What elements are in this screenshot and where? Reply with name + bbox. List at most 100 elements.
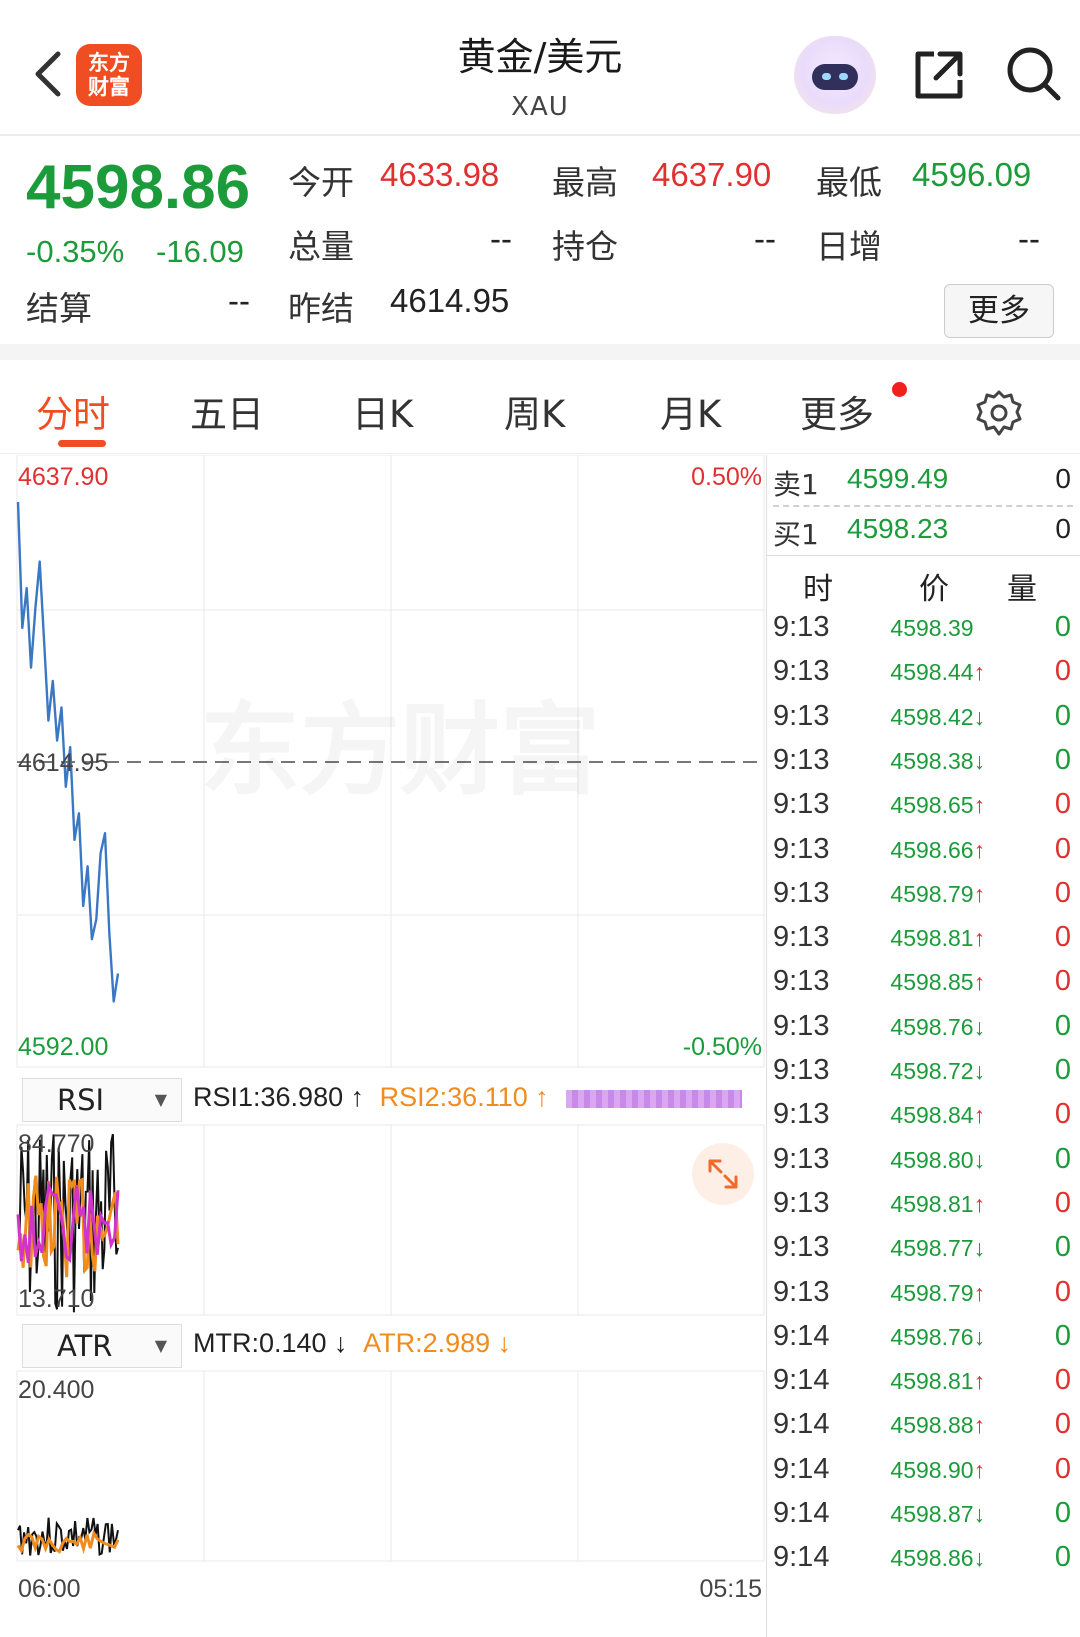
tick-row: 9:14 4598.76↓ 0 <box>767 1316 1080 1362</box>
atr-indicator-select[interactable]: ATR ▼ <box>22 1324 182 1368</box>
tick-time: 9:13 <box>773 1231 830 1264</box>
tick-time: 9:13 <box>773 699 830 732</box>
high-value: 4637.90 <box>652 156 772 193</box>
atr-indicator-bar: ATR ▼ MTR:0.140 ↓ ATR:2.989 ↓ <box>16 1322 766 1370</box>
tick-row: 9:13 4598.81↑ 0 <box>767 917 1080 963</box>
tick-row: 9:13 4598.84↑ 0 <box>767 1094 1080 1140</box>
tick-time: 9:13 <box>773 832 830 865</box>
open-label: 今开 <box>288 163 354 202</box>
tick-time: 9:13 <box>773 1098 830 1131</box>
ticks-header: 时 价 量 <box>767 555 1080 607</box>
bid-label: 买1 <box>773 518 819 551</box>
tick-time: 9:13 <box>773 876 830 909</box>
tick-price: 4598.76↓ <box>837 1014 1043 1041</box>
intraday-chart[interactable]: 东方财富 4637.90 4614.95 4592.00 0.50% -0.50… <box>0 455 766 1637</box>
search-icon[interactable] <box>1004 44 1064 104</box>
share-icon[interactable] <box>910 46 968 104</box>
ticks-header-qty: 量 <box>1007 572 1037 607</box>
tick-row: 9:13 4598.85↑ 0 <box>767 961 1080 1007</box>
tick-price: 4598.87↓ <box>837 1501 1043 1528</box>
tick-price: 4598.90↑ <box>837 1457 1043 1484</box>
rsi-indicator-select[interactable]: RSI ▼ <box>22 1078 182 1122</box>
rsi2-value: RSI2:36.110 ↑ <box>379 1082 549 1112</box>
volume-value: -- <box>490 220 512 257</box>
tick-qty: 0 <box>1054 876 1071 909</box>
top-bar: 东方 财富 黄金/美元 XAU <box>0 0 1080 136</box>
daily-increase-label: 日增 <box>816 227 882 266</box>
tick-qty: 0 <box>1054 1452 1071 1485</box>
tick-qty: 0 <box>1054 1231 1071 1264</box>
tab-intraday[interactable]: 分时 <box>36 384 110 438</box>
more-button[interactable]: 更多 <box>944 284 1054 338</box>
tick-price: 4598.38↓ <box>837 748 1043 775</box>
chart-bottom-price: 4592.00 <box>18 1033 108 1061</box>
expand-icon[interactable] <box>692 1143 754 1205</box>
rsi1-value: RSI1:36.980 ↑ <box>193 1082 365 1112</box>
tick-price: 4598.66↑ <box>837 837 1043 864</box>
tick-qty: 0 <box>1054 1009 1071 1042</box>
tab-daily-k[interactable]: 日K <box>352 384 413 438</box>
tick-qty: 0 <box>1054 832 1071 865</box>
chart-mid-price: 4614.95 <box>18 749 108 777</box>
arrow-up-icon: ↑ <box>973 1279 986 1306</box>
arrow-down-icon: ↓ <box>973 1146 986 1173</box>
tick-time: 9:14 <box>773 1408 830 1441</box>
tick-price: 4598.84↑ <box>837 1102 1043 1129</box>
tick-price: 4598.44↑ <box>837 659 1043 686</box>
open-interest-label: 持仓 <box>552 227 618 266</box>
arrow-down-icon: ↓ <box>973 1235 986 1262</box>
tick-time: 9:13 <box>773 788 830 821</box>
arrow-up-icon: ↑ <box>973 880 986 907</box>
tick-qty: 0 <box>1054 699 1071 732</box>
tick-time: 9:13 <box>773 655 830 688</box>
arrow-up-icon: ↑ <box>973 792 986 819</box>
tick-time: 9:14 <box>773 1497 830 1529</box>
rsi-indicator-bar: RSI ▼ RSI1:36.980 ↑ RSI2:36.110 ↑ <box>16 1076 766 1124</box>
tick-row: 9:13 4598.77↓ 0 <box>767 1227 1080 1273</box>
bid-row: 买1 4598.23 0 <box>767 505 1080 557</box>
tick-price: 4598.85↑ <box>837 969 1043 996</box>
tick-price: 4598.77↓ <box>837 1235 1043 1262</box>
ask-price: 4599.49 <box>847 463 949 494</box>
arrow-up-icon: ↑ <box>973 1190 986 1217</box>
active-tab-indicator <box>58 440 106 447</box>
time-start: 06:00 <box>18 1575 81 1603</box>
caret-down-icon: ▼ <box>154 1336 167 1355</box>
tab-weekly-k[interactable]: 周K <box>504 384 565 438</box>
tick-price: 4598.81↑ <box>837 925 1043 952</box>
tab-five-day[interactable]: 五日 <box>190 384 264 438</box>
tick-time: 9:13 <box>773 1186 830 1219</box>
settings-gear-icon[interactable] <box>974 388 1024 438</box>
time-end: 05:15 <box>699 1575 762 1603</box>
atr-top-value: 20.400 <box>18 1376 94 1404</box>
tick-time: 9:13 <box>773 921 830 954</box>
tick-time: 9:13 <box>773 611 830 643</box>
tick-price: 4598.86↓ <box>837 1545 1043 1572</box>
tick-price: 4598.65↑ <box>837 792 1043 819</box>
tick-row: 9:13 4598.38↓ 0 <box>767 740 1080 786</box>
prev-settle-value: 4614.95 <box>390 282 510 319</box>
arrow-down-icon: ↓ <box>973 747 986 774</box>
tick-time: 9:14 <box>773 1541 830 1574</box>
tick-price: 4598.39 <box>890 615 974 641</box>
tick-time: 9:13 <box>773 965 830 998</box>
tick-price: 4598.81↑ <box>837 1191 1043 1218</box>
arrow-up-icon: ↑ <box>973 1456 986 1483</box>
open-value: 4633.98 <box>380 156 500 193</box>
tick-qty: 0 <box>1054 1541 1071 1574</box>
tab-more[interactable]: 更多 <box>800 384 874 438</box>
tick-price: 4598.80↓ <box>837 1147 1043 1174</box>
tick-qty: 0 <box>1054 1408 1071 1441</box>
notification-dot <box>892 382 907 397</box>
prev-settle-label: 昨结 <box>288 289 354 328</box>
bid-qty: 0 <box>1055 513 1071 544</box>
arrow-up-icon: ↑ <box>973 969 986 996</box>
change-percent: -0.35% <box>26 234 125 269</box>
tab-monthly-k[interactable]: 月K <box>660 384 721 438</box>
assistant-robot-icon[interactable] <box>794 36 876 114</box>
tick-row: 9:13 4598.81↑ 0 <box>767 1183 1080 1229</box>
rsi-values: RSI1:36.980 ↑ RSI2:36.110 ↑ <box>193 1082 743 1113</box>
tick-qty: 0 <box>1054 655 1071 688</box>
tick-row: 9:13 4598.44↑ 0 <box>767 651 1080 697</box>
rsi-grid <box>16 1124 765 1316</box>
